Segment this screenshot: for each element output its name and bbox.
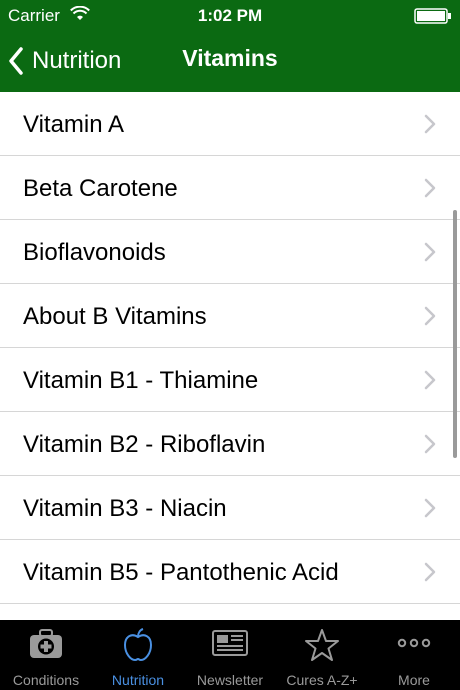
status-bar: Carrier 1:02 PM	[0, 0, 460, 30]
battery-icon	[414, 8, 452, 29]
chevron-right-icon	[424, 370, 436, 395]
list-item[interactable]: Vitamin B2 - Riboflavin	[0, 412, 460, 476]
list-item-partial[interactable]	[0, 604, 460, 620]
tab-cures[interactable]: Cures A-Z+	[276, 620, 368, 690]
status-time: 1:02 PM	[197, 6, 263, 25]
tab-label: Cures A-Z+	[286, 672, 358, 688]
tab-label: Conditions	[12, 672, 80, 688]
vitamin-list[interactable]: Vitamin A Beta Carotene Bioflavonoids Ab…	[0, 92, 460, 620]
chevron-right-icon	[424, 178, 436, 203]
list-item[interactable]: Vitamin B5 - Pantothenic Acid	[0, 540, 460, 604]
list-item-label: Beta Carotene	[23, 175, 178, 202]
chevron-right-icon	[424, 562, 436, 587]
scroll-indicator[interactable]	[453, 210, 457, 458]
tab-newsletter[interactable]: Newsletter	[184, 620, 276, 690]
list-item-label: Vitamin B3 - Niacin	[23, 495, 227, 522]
chevron-right-icon	[424, 498, 436, 523]
tab-more[interactable]: More	[368, 620, 460, 690]
list-item-label: Vitamin B5 - Pantothenic Acid	[23, 559, 339, 586]
tab-bar: Conditions Nutrition Newsletter Cures A-…	[0, 620, 460, 690]
tab-conditions[interactable]: Conditions	[0, 620, 92, 690]
list-item[interactable]: About B Vitamins	[0, 284, 460, 348]
chevron-right-icon	[424, 434, 436, 459]
tab-nutrition[interactable]: Nutrition	[92, 620, 184, 690]
list-item-label: About B Vitamins	[23, 303, 207, 330]
more-dots-icon	[368, 628, 460, 658]
newspaper-icon	[184, 628, 276, 658]
navigation-bar: Nutrition Vitamins	[0, 30, 460, 92]
list-item[interactable]: Bioflavonoids	[0, 220, 460, 284]
list-item-label: Vitamin B2 - Riboflavin	[23, 431, 266, 458]
chevron-right-icon	[424, 114, 436, 139]
apple-icon	[92, 628, 184, 662]
list-item[interactable]: Beta Carotene	[0, 156, 460, 220]
list-item[interactable]: Vitamin A	[0, 92, 460, 156]
header: Carrier 1:02 PM Nutrition Vitamins	[0, 0, 460, 92]
star-icon	[276, 628, 368, 662]
list-item-label: Vitamin A	[23, 111, 124, 138]
page-title: Vitamins	[182, 45, 278, 71]
tab-label: More	[398, 672, 430, 688]
chevron-right-icon	[424, 306, 436, 331]
tab-label: Newsletter	[196, 672, 264, 688]
tab-label: Nutrition	[111, 672, 165, 688]
chevron-right-icon	[424, 242, 436, 267]
list-item[interactable]: Vitamin B1 - Thiamine	[0, 348, 460, 412]
list-item-label: Bioflavonoids	[23, 239, 166, 266]
list-item[interactable]: Vitamin B3 - Niacin	[0, 476, 460, 540]
first-aid-kit-icon	[0, 628, 92, 660]
list-item-label: Vitamin B1 - Thiamine	[23, 367, 259, 394]
